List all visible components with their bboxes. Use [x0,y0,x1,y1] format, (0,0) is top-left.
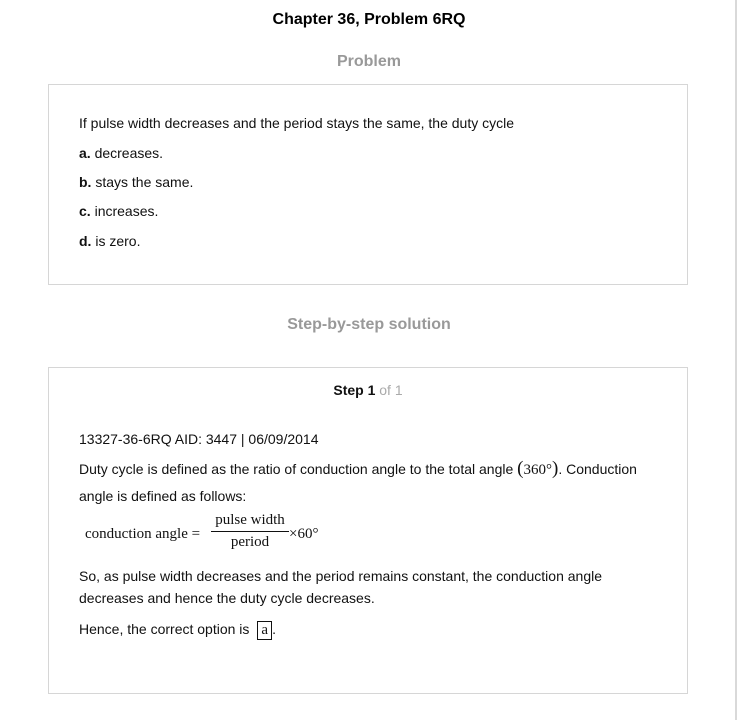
problem-heading: Problem [336,53,401,70]
equation-lhs: conduction angle = [85,526,201,542]
solution-heading: Step-by-step solution [287,316,451,333]
option-b: b. stays the same. [79,174,193,191]
option-text: decreases. [90,145,164,161]
option-text: is zero. [91,233,141,249]
problem-question: If pulse width decreases and the period … [79,115,515,131]
answer-suffix: . [272,621,276,637]
answer-prefix: Hence, the correct option is [79,621,250,637]
conclusion-line-2: decreases and hence the duty cycle decre… [79,590,375,606]
option-d: d. is zero. [79,233,140,250]
solution-id-line: 13327-36-6RQ AID: 3447 | 06/09/2014 [79,431,319,447]
option-c: c. increases. [79,203,158,220]
option-text: increases. [90,203,159,219]
step-label: Step 1 [333,382,376,398]
definition-line-2: angle is defined as follows: [79,488,247,504]
option-a: a. decreases. [79,145,163,162]
answer-box: a [257,621,273,640]
option-letter: b. [79,174,92,190]
step-count: of 1 [375,382,403,398]
conclusion-line-1: So, as pulse width decreases and the per… [79,568,602,584]
equation-fraction: pulse width period [211,512,289,551]
page: Chapter 36, Problem 6RQ Problem If pulse… [0,0,738,720]
page-title: Chapter 36, Problem 6RQ [272,11,466,28]
definition-text-cont: . Conduction [558,461,637,477]
option-letter: d. [79,233,92,249]
total-angle: 360° [523,462,553,478]
fraction-numerator: pulse width [211,512,289,532]
option-letter: c. [79,203,91,219]
equation-rhs: ×60° [289,526,319,542]
option-letter: a. [79,145,91,161]
solution-card: Step 1 of 1 13327-36-6RQ AID: 3447 | 06/… [48,367,688,694]
right-edge-divider [735,0,737,720]
fraction-denominator: period [230,534,270,550]
definition-line-1: Duty cycle is defined as the ratio of co… [79,459,637,480]
step-indicator: Step 1 of 1 [49,382,687,398]
problem-card: If pulse width decreases and the period … [48,84,688,285]
answer-line: Hence, the correct option is a. [79,619,276,640]
definition-text: Duty cycle is defined as the ratio of co… [79,461,518,477]
option-text: stays the same. [91,174,194,190]
